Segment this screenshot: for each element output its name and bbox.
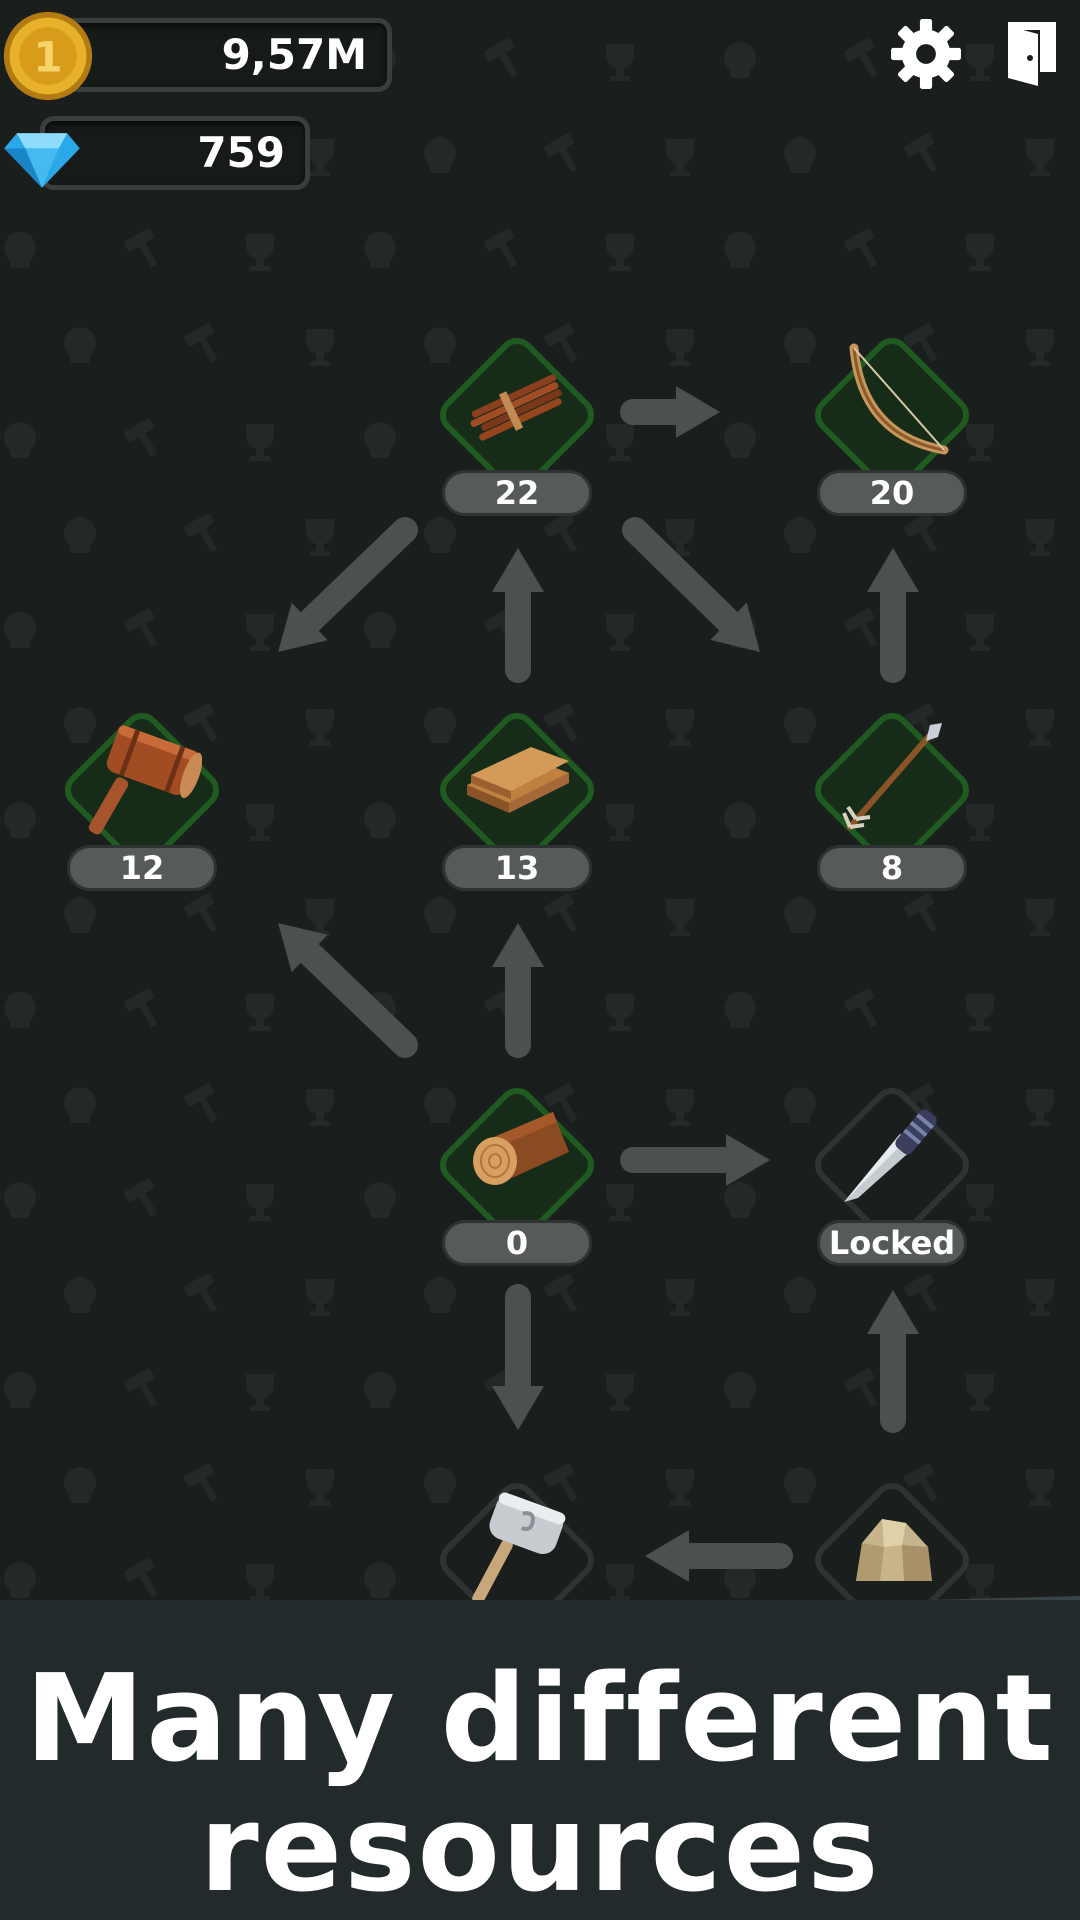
node-arrow[interactable]: 8 bbox=[792, 690, 992, 891]
bow-count: 20 bbox=[817, 470, 967, 516]
coin-icon: 1 bbox=[3, 11, 93, 101]
stone-hammer-icon bbox=[472, 1492, 566, 1605]
svg-text:1: 1 bbox=[33, 32, 62, 81]
node-planks[interactable]: 13 bbox=[417, 690, 617, 891]
promo-caption: Many different resources bbox=[0, 1655, 1080, 1915]
gear-icon[interactable] bbox=[888, 16, 964, 92]
log-count: 0 bbox=[442, 1220, 592, 1266]
mallet-count: 12 bbox=[67, 845, 217, 891]
caption-line-2: resources bbox=[199, 1780, 881, 1919]
node-knife[interactable]: Locked bbox=[792, 1065, 992, 1266]
sticks-icon bbox=[470, 374, 562, 441]
planks-icon bbox=[467, 747, 569, 813]
node-sticks[interactable]: 22 bbox=[417, 315, 617, 516]
caption-line-1: Many different bbox=[24, 1650, 1055, 1789]
node-bow[interactable]: 20 bbox=[792, 315, 992, 516]
knife-status: Locked bbox=[817, 1220, 967, 1266]
arrow-icon bbox=[842, 723, 942, 830]
coin-balance: 9,57M bbox=[221, 30, 367, 79]
node-log[interactable]: 0 bbox=[417, 1065, 617, 1266]
coin-balance-bar: 9,57M bbox=[52, 18, 392, 92]
gem-icon bbox=[4, 133, 80, 188]
bow-icon bbox=[849, 343, 949, 455]
node-mallet[interactable]: 12 bbox=[42, 690, 242, 891]
sticks-count: 22 bbox=[442, 470, 592, 516]
knife-icon bbox=[844, 1109, 937, 1202]
arrow-count: 8 bbox=[817, 845, 967, 891]
mallet-icon bbox=[88, 725, 202, 835]
exit-door-icon[interactable] bbox=[1004, 20, 1060, 88]
log-icon bbox=[473, 1112, 569, 1185]
planks-count: 13 bbox=[442, 845, 592, 891]
gem-balance: 759 bbox=[197, 128, 285, 177]
stone-icon bbox=[856, 1519, 932, 1581]
